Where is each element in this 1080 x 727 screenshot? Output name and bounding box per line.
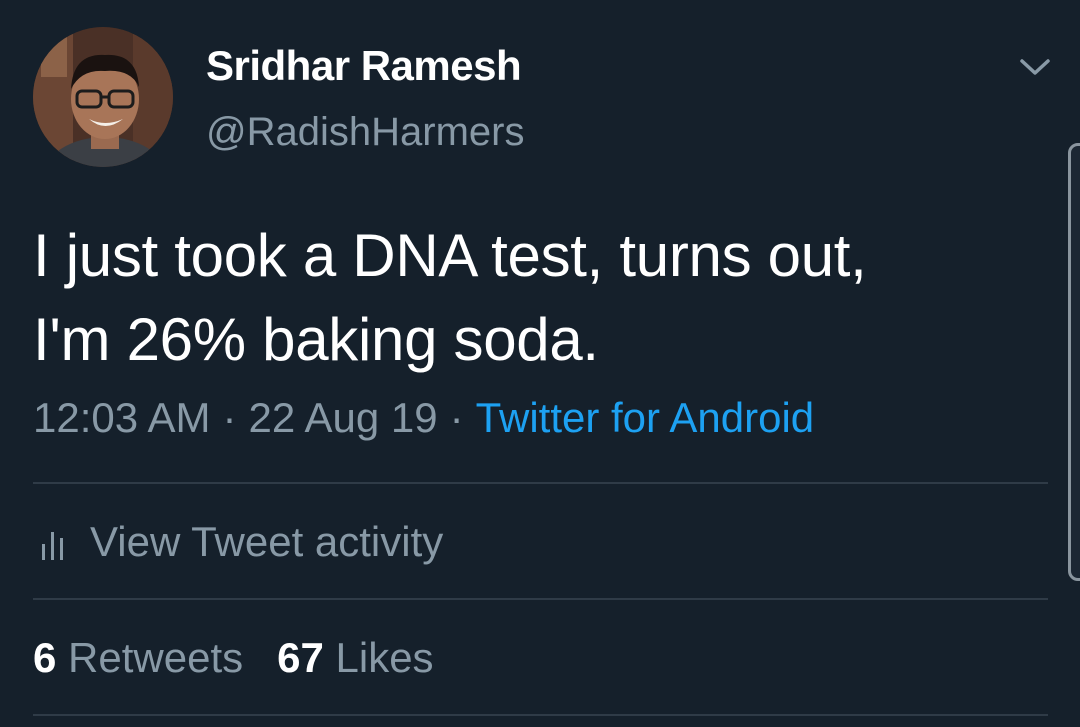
scrollbar[interactable] [1068,143,1080,581]
tweet-stats: 6 Retweets 67 Likes [33,634,434,682]
likes-label: Likes [335,634,434,681]
divider [33,598,1048,600]
likes-stat[interactable]: 67 Likes [277,634,433,681]
divider [33,482,1048,484]
chevron-down-icon[interactable] [1017,52,1053,82]
bar-chart-icon [42,532,63,560]
retweets-label: Retweets [68,634,244,681]
avatar[interactable] [33,27,173,167]
retweets-count: 6 [33,634,57,681]
view-tweet-activity-link[interactable]: View Tweet activity [40,518,443,566]
tweet-text-line: I just took a DNA test, turns out, [33,222,867,289]
tweet-detail: Sridhar Ramesh @RadishHarmers I just too… [0,0,1080,727]
tweet-text-line: I'm 26% baking soda. [33,306,599,373]
author-handle[interactable]: @RadishHarmers [206,110,524,155]
view-tweet-activity-label: View Tweet activity [90,518,444,565]
tweet-meta: 12:03 AM · 22 Aug 19 · Twitter for Android [33,394,814,442]
profile-photo [33,27,173,167]
tweet-time: 12:03 AM [33,394,211,441]
meta-separator: · [222,394,237,441]
author-display-name[interactable]: Sridhar Ramesh [206,42,522,90]
tweet-source-link[interactable]: Twitter for Android [476,394,814,441]
likes-count: 67 [277,634,324,681]
divider [33,714,1048,716]
tweet-text: I just took a DNA test, turns out, I'm 2… [33,214,1043,382]
tweet-date: 22 Aug 19 [248,394,438,441]
meta-separator: · [449,394,464,441]
retweets-stat[interactable]: 6 Retweets [33,634,243,681]
